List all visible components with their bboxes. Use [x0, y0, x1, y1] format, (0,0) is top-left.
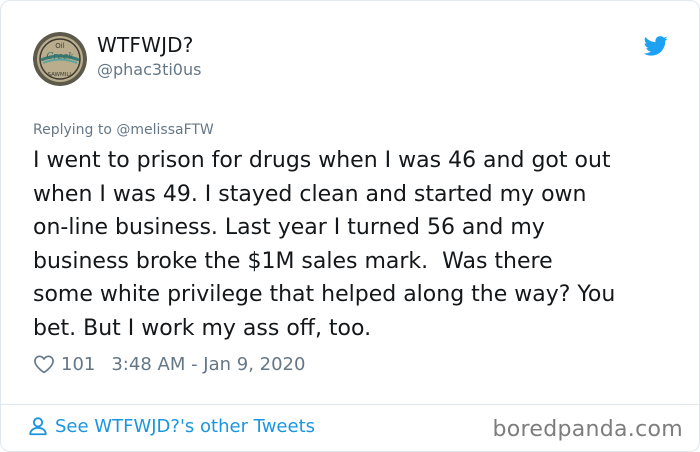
tweet-card: Oil Creek SAWMILL WTFWJD? @phac3ti0us Re…	[0, 0, 700, 452]
footer-divider	[1, 404, 699, 405]
watermark: boredpanda.com	[492, 417, 683, 442]
heart-icon[interactable]	[33, 353, 55, 375]
replying-to[interactable]: Replying to @melissaFTW	[33, 122, 214, 138]
avatar-text-bottom: SAWMILL	[48, 72, 74, 78]
timestamp[interactable]: 3:48 AM - Jan 9, 2020	[111, 354, 305, 375]
like-count[interactable]: 101	[61, 354, 95, 375]
avatar-text-top: Oil	[55, 42, 64, 50]
tweet-text: I went to prison for drugs when I was 46…	[33, 148, 616, 341]
user-handle[interactable]: @phac3ti0us	[97, 60, 201, 79]
avatar-text-middle: Creek	[46, 52, 73, 62]
avatar[interactable]: Oil Creek SAWMILL	[33, 32, 87, 86]
display-name[interactable]: WTFWJD?	[97, 33, 194, 57]
person-icon	[29, 417, 47, 436]
twitter-bird-icon[interactable]	[644, 35, 668, 57]
avatar-logo: Oil Creek SAWMILL	[33, 32, 87, 86]
see-other-tweets-label[interactable]: See WTFWJD?'s other Tweets	[55, 416, 315, 437]
see-other-tweets-link[interactable]: See WTFWJD?'s other Tweets	[27, 415, 315, 437]
tweet-meta: 101 3:48 AM - Jan 9, 2020	[33, 351, 305, 377]
